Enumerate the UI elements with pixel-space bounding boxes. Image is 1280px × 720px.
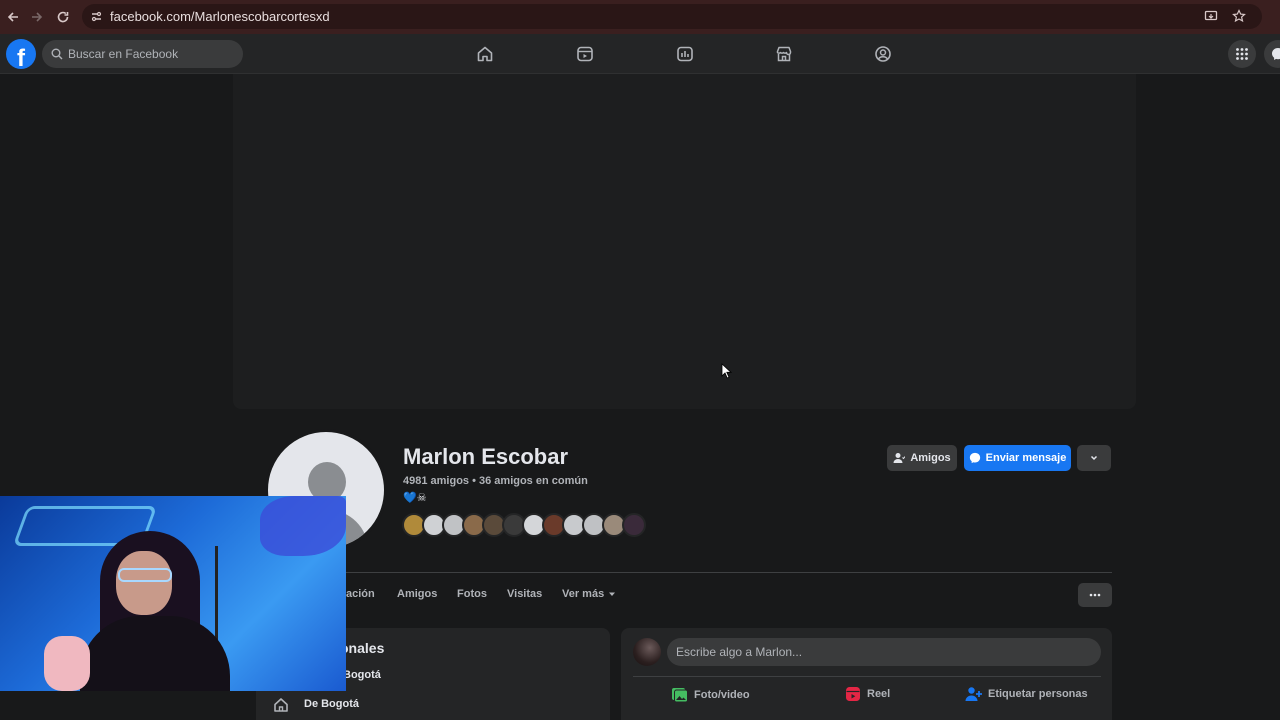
friend-person-icon bbox=[893, 453, 906, 463]
video-icon[interactable] bbox=[575, 44, 595, 64]
friend-avatar-more[interactable] bbox=[622, 513, 646, 537]
tab-informacion[interactable]: ación bbox=[346, 588, 375, 600]
facebook-logo[interactable]: f bbox=[6, 39, 36, 69]
photo-video-label: Foto/video bbox=[694, 688, 750, 701]
marketplace-icon[interactable] bbox=[774, 44, 794, 64]
tab-fotos[interactable]: Fotos bbox=[457, 588, 487, 600]
reel-icon bbox=[846, 687, 860, 701]
messenger-small-icon bbox=[969, 452, 980, 464]
friends-button[interactable]: Amigos bbox=[887, 445, 957, 471]
details-from: De Bogotá bbox=[304, 698, 359, 710]
friends-button-label: Amigos bbox=[910, 452, 951, 464]
send-message-label: Enviar mensaje bbox=[985, 452, 1067, 464]
search-box[interactable] bbox=[42, 40, 243, 68]
tab-visitas[interactable]: Visitas bbox=[507, 588, 542, 600]
groups-icon[interactable] bbox=[873, 44, 893, 64]
caret-down-icon bbox=[609, 592, 616, 596]
profile-bio: 💙☠ bbox=[403, 492, 427, 504]
photo-icon bbox=[672, 688, 688, 703]
reload-icon[interactable] bbox=[50, 4, 76, 30]
webcam-overlay bbox=[0, 496, 346, 691]
tabs-more-button[interactable] bbox=[1078, 583, 1112, 607]
friends-count[interactable]: 4981 amigos • 36 amigos en común bbox=[403, 475, 588, 487]
profile-name: Marlon Escobar bbox=[403, 444, 569, 469]
url-text: facebook.com/Marlonescobarcortesxd bbox=[110, 9, 330, 24]
more-options-button[interactable] bbox=[1077, 445, 1111, 471]
bookmark-star-icon[interactable] bbox=[1230, 7, 1248, 25]
feeds-icon[interactable] bbox=[675, 44, 695, 64]
back-icon[interactable] bbox=[0, 4, 26, 30]
messenger-icon[interactable] bbox=[1264, 40, 1280, 68]
tabs-divider bbox=[265, 572, 1112, 573]
address-bar[interactable]: facebook.com/Marlonescobarcortesxd bbox=[82, 4, 1262, 29]
chevron-down-icon bbox=[1090, 455, 1098, 461]
menu-grid-icon[interactable] bbox=[1228, 40, 1256, 68]
details-title: onales bbox=[340, 640, 385, 656]
reel-button[interactable]: Reel bbox=[845, 686, 890, 702]
install-app-icon[interactable] bbox=[1202, 7, 1220, 25]
forward-icon[interactable] bbox=[24, 4, 50, 30]
ellipsis-icon bbox=[1089, 593, 1101, 597]
composer-divider bbox=[633, 676, 1101, 677]
tag-people-label: Etiquetar personas bbox=[988, 688, 1088, 700]
tab-ver-mas[interactable]: Ver más bbox=[562, 588, 616, 600]
reel-label: Reel bbox=[867, 688, 891, 700]
composer-placeholder: Escribe algo a Marlon... bbox=[676, 645, 803, 659]
tag-people-button[interactable]: Etiquetar personas bbox=[965, 686, 1088, 702]
house-icon bbox=[273, 697, 289, 718]
photo-video-button[interactable]: Foto/video bbox=[671, 686, 750, 703]
tag-people-icon bbox=[965, 687, 982, 701]
user-avatar[interactable] bbox=[633, 638, 661, 666]
home-icon[interactable] bbox=[475, 44, 495, 64]
cover-photo[interactable] bbox=[233, 74, 1136, 409]
facebook-header: f bbox=[0, 34, 1280, 74]
composer-input[interactable]: Escribe algo a Marlon... bbox=[667, 638, 1101, 666]
tab-amigos[interactable]: Amigos bbox=[397, 588, 437, 600]
details-lives-in: Bogotá bbox=[343, 669, 381, 681]
search-input[interactable] bbox=[68, 47, 228, 61]
send-message-button[interactable]: Enviar mensaje bbox=[964, 445, 1071, 471]
mutual-friends-avatars[interactable] bbox=[402, 513, 646, 537]
browser-toolbar: facebook.com/Marlonescobarcortesxd bbox=[0, 0, 1280, 34]
site-info-icon[interactable] bbox=[84, 5, 108, 29]
search-icon bbox=[51, 48, 63, 60]
tab-ver-mas-label: Ver más bbox=[562, 588, 605, 600]
